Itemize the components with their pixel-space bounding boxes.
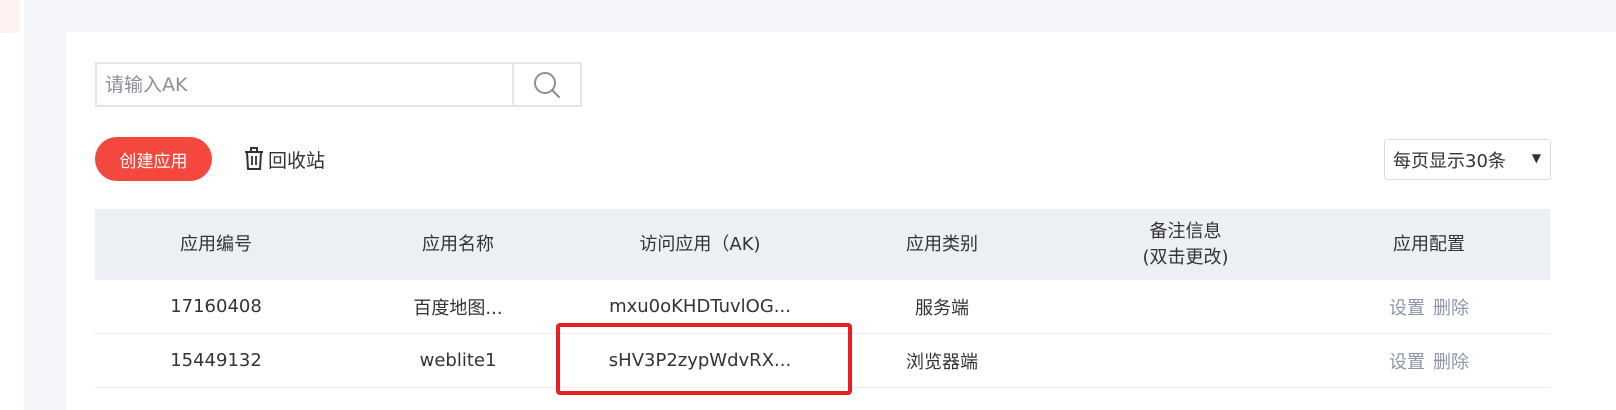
ak-search-input[interactable] (97, 64, 512, 105)
cell-config: 设置 删除 (1308, 348, 1550, 374)
page-size-value: 每页显示30条 (1393, 150, 1506, 172)
page-size-select[interactable]: 每页显示30条 ▼ (1384, 139, 1551, 180)
cell-ak: sHV3P2zypWdvRX... (608, 350, 792, 371)
left-sidebar-edge (0, 0, 24, 410)
cell-app-name: weblite1 (419, 350, 497, 371)
cell-app-id: 17160408 (170, 296, 262, 317)
search-box (95, 62, 582, 107)
app-list-panel: 创建应用 回收站 每页显示30条 ▼ 应用编号 应用名称 访问应用（AK) 应用… (66, 32, 1616, 410)
delete-link[interactable]: 删除 (1433, 294, 1469, 320)
col-header-app-id: 应用编号 (180, 233, 252, 255)
col-header-app-name: 应用名称 (422, 233, 494, 255)
sidebar-active-accent (0, 0, 20, 33)
cell-app-type: 浏览器端 (906, 351, 978, 373)
create-app-button[interactable]: 创建应用 (95, 137, 212, 181)
dropdown-arrow-icon: ▼ (1531, 151, 1541, 165)
search-icon (534, 71, 560, 98)
cell-app-name: 百度地图... (413, 297, 503, 319)
settings-link[interactable]: 设置 (1389, 348, 1425, 374)
delete-link[interactable]: 删除 (1433, 348, 1469, 374)
cell-config: 设置 删除 (1308, 294, 1550, 320)
cell-ak: mxu0oKHDTuvlOG... (609, 296, 791, 317)
settings-link[interactable]: 设置 (1389, 294, 1425, 320)
table-header: 应用编号 应用名称 访问应用（AK) 应用类别 备注信息 (双击更改) 应用配置 (95, 209, 1550, 280)
col-header-note: 备注信息 (双击更改) (1142, 220, 1229, 268)
col-header-ak: 访问应用（AK) (639, 233, 761, 255)
recycle-bin-label: 回收站 (268, 149, 326, 172)
search-button[interactable] (512, 64, 580, 105)
trash-icon (245, 147, 263, 170)
table-row: 15449132 weblite1 sHV3P2zypWdvRX... 浏览器端… (95, 334, 1550, 388)
recycle-bin-link[interactable]: 回收站 (244, 144, 325, 174)
cell-app-id: 15449132 (170, 350, 262, 371)
col-header-app-type: 应用类别 (906, 233, 978, 255)
cell-app-type: 服务端 (915, 297, 969, 319)
app-table: 应用编号 应用名称 访问应用（AK) 应用类别 备注信息 (双击更改) 应用配置… (95, 209, 1550, 388)
col-header-config: 应用配置 (1393, 233, 1465, 255)
table-row: 17160408 百度地图... mxu0oKHDTuvlOG... 服务端 设… (95, 280, 1550, 334)
